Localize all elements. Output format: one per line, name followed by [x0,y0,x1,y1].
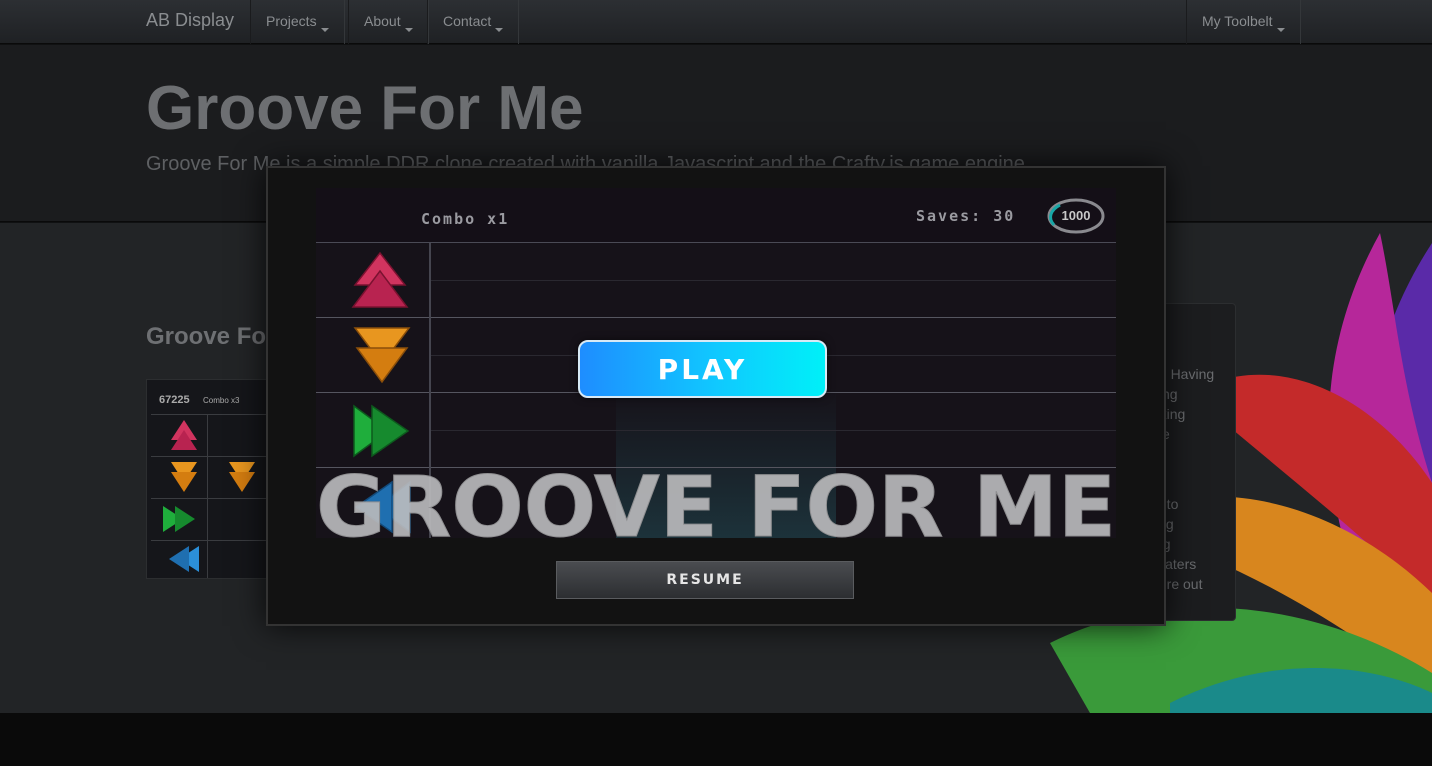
lane-up [316,243,1116,318]
arrow-down-icon [229,462,255,492]
lane-right [316,393,1116,468]
nav-toolbelt-label: My Toolbelt [1202,13,1273,29]
arrow-right-icon [353,404,410,458]
thumb-divider [151,456,269,457]
page: AB Display Projects About Contact My Too… [0,0,1432,766]
lane-guide [431,280,1116,281]
thumb-divider [151,498,269,499]
arrow-down-icon [353,327,411,384]
game-logo-text: GROOVE FOR ME [316,466,1116,546]
side-text-line: e to [1155,496,1179,512]
game-hud: Combo x1 Saves: 30 1000 [316,188,1116,243]
side-text-line: rking [1155,406,1186,422]
side-text-line: ing [1155,514,1235,534]
arrow-up-icon [351,251,409,308]
nav-projects[interactable]: Projects [250,0,345,44]
side-text-line: ng [1155,534,1235,554]
caret-down-icon [495,28,504,32]
game-modal: Combo x1 Saves: 30 1000 GROOVE FOR ME PL… [266,166,1166,626]
side-text-line: ting [1155,386,1178,402]
thumb-vdivider [207,414,208,578]
arrow-left-icon [169,546,199,572]
thumb-combo: Combo x3 [203,396,240,405]
project-thumbnail[interactable]: 67225 Combo x3 [146,379,270,579]
resume-button[interactable]: RESUME [556,561,854,599]
nav-about[interactable]: About [348,0,429,44]
brand-link[interactable]: AB Display [146,10,234,31]
caret-down-icon [320,28,329,32]
side-text-line: a [1155,444,1235,464]
thumb-divider [151,540,269,541]
play-button[interactable]: PLAY [578,340,827,398]
nav-contact-label: Contact [443,13,492,29]
score-ring-value: 1000 [1061,208,1091,223]
nav-contact[interactable]: Contact [427,0,520,44]
game-logo: GROOVE FOR ME [316,466,1116,546]
lane-guide [431,430,1116,431]
arrow-up-icon [171,420,197,450]
nav-about-label: About [364,13,401,29]
caret-down-icon [404,28,413,32]
navbar: AB Display Projects About Contact My Too… [0,0,1432,44]
thumb-score: 67225 [159,394,190,406]
arrow-right-icon [163,506,195,532]
nav-toolbelt[interactable]: My Toolbelt [1186,0,1301,44]
side-text-line: ve [1155,424,1235,444]
thumb-divider [151,414,269,415]
arrow-down-icon [171,462,197,492]
nav-projects-label: Projects [266,13,317,29]
side-text-line: ture out [1155,576,1203,592]
saves-counter: Saves: 30 [916,207,1016,225]
side-text-line: o. Having [1155,366,1215,382]
side-text-line: t [1155,344,1235,364]
side-text-line: waters [1155,556,1197,572]
combo-counter: Combo x1 [421,210,510,228]
caret-down-icon [1276,28,1285,32]
page-title: Groove For Me [146,74,584,143]
footer [0,713,1432,766]
